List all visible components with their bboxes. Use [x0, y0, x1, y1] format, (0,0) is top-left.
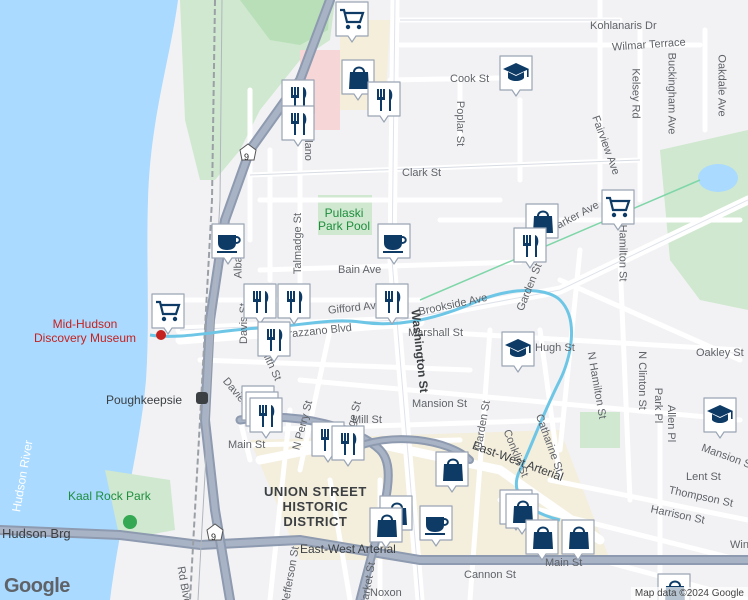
- restaurant-marker[interactable]: [512, 226, 548, 270]
- restaurant-marker[interactable]: [280, 104, 316, 148]
- google-logo: Google: [4, 575, 70, 597]
- shopping-bag-marker[interactable]: [434, 450, 470, 494]
- coffee-icon: [377, 223, 411, 265]
- street-label: Win: [730, 539, 748, 551]
- street-label: Oakdale Ave: [715, 54, 728, 117]
- shopping-bag-marker[interactable]: [560, 518, 596, 562]
- restaurant-icon: [513, 227, 547, 269]
- shopping-bag-icon: [369, 507, 403, 549]
- school-icon: [703, 397, 737, 439]
- district-label: UNION STREET HISTORIC DISTRICT: [264, 484, 367, 529]
- shopping-cart-marker[interactable]: [600, 188, 636, 232]
- shopping-bag-icon: [561, 519, 595, 561]
- restaurant-icon: [257, 321, 291, 363]
- street-label: Hudson Brg: [2, 526, 71, 541]
- street-label: Bain Ave: [338, 264, 382, 276]
- museum-label: Mid-Hudson Discovery Museum: [34, 317, 137, 345]
- street-label: N Clinton St: [635, 351, 648, 410]
- park-label-pulaski: Pulaski Park Pool: [318, 206, 371, 234]
- restaurant-icon: [281, 105, 315, 147]
- coffee-marker[interactable]: [376, 222, 412, 266]
- restaurant-marker[interactable]: [256, 320, 292, 364]
- shopping-bag-marker[interactable]: [368, 506, 404, 550]
- street-label: Cook St: [450, 73, 490, 85]
- school-marker[interactable]: [500, 330, 536, 374]
- route-9-shield: 9: [211, 532, 217, 542]
- street-label: Talmadge St: [292, 212, 305, 275]
- school-icon: [501, 331, 535, 373]
- street-label: Kohlanaris Dr: [590, 20, 657, 32]
- coffee-icon: [419, 505, 453, 547]
- map-canvas[interactable]: 9 9 UNION STREET HISTORIC DISTRICT Pulas…: [0, 0, 748, 600]
- street-label: Clark St: [402, 167, 442, 179]
- park-label-kaal-rock: Kaal Rock Park: [68, 489, 151, 503]
- school-icon: [499, 55, 533, 97]
- street-label: Main St: [228, 439, 266, 451]
- map-attribution[interactable]: Map data ©2024 Google: [630, 587, 748, 600]
- station-label: Poughkeepsie: [106, 393, 183, 407]
- shopping-cart-icon: [601, 189, 635, 231]
- coffee-icon: [211, 223, 245, 265]
- restaurant-marker[interactable]: [366, 80, 402, 124]
- street-label: Park Pl: [652, 387, 665, 424]
- shopping-cart-marker[interactable]: [334, 0, 370, 44]
- street-label: Oakley St: [696, 347, 744, 359]
- street-label: Mansion St: [412, 398, 468, 410]
- coffee-marker[interactable]: [418, 504, 454, 548]
- street-label: Poplar St: [454, 100, 467, 147]
- shopping-cart-icon: [335, 1, 369, 43]
- restaurant-icon: [331, 425, 365, 467]
- restaurant-marker[interactable]: [330, 424, 366, 468]
- restaurant-icon: [249, 397, 283, 439]
- shopping-cart-marker[interactable]: [150, 292, 186, 336]
- restaurant-icon: [367, 81, 401, 123]
- street-label: Buckingham Ave: [665, 52, 678, 135]
- restaurant-icon: [375, 283, 409, 325]
- shopping-bag-icon: [525, 519, 559, 561]
- restaurant-marker[interactable]: [248, 396, 284, 440]
- shopping-bag-icon: [435, 451, 469, 493]
- street-label: Lent St: [686, 471, 721, 483]
- route-9-shield: 9: [244, 152, 250, 162]
- coffee-marker[interactable]: [210, 222, 246, 266]
- street-label: Noxon: [370, 587, 402, 599]
- school-marker[interactable]: [702, 396, 738, 440]
- shopping-bag-marker[interactable]: [524, 518, 560, 562]
- shopping-cart-icon: [151, 293, 185, 335]
- street-label: Hugh St: [535, 342, 575, 354]
- street-label: Kelsey Rd: [629, 68, 642, 119]
- street-label: Allen Pl: [665, 404, 678, 443]
- restaurant-marker[interactable]: [374, 282, 410, 326]
- street-label: Cannon St: [464, 569, 516, 581]
- school-marker[interactable]: [498, 54, 534, 98]
